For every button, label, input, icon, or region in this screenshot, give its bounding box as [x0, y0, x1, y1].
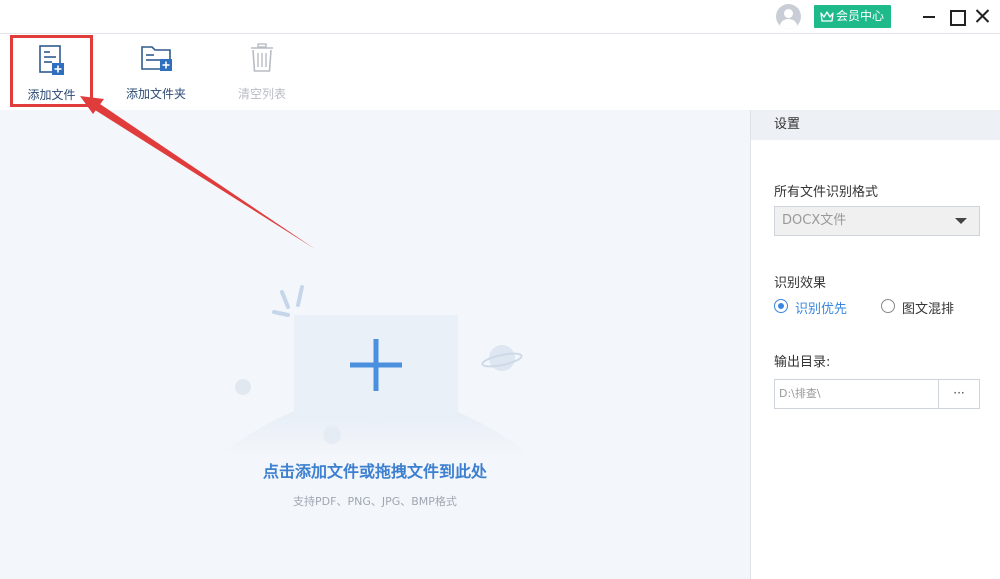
upload-illustration[interactable] — [210, 275, 540, 460]
file-drop-area[interactable]: 点击添加文件或拖拽文件到此处 支持PDF、PNG、JPG、BMP格式 — [0, 110, 750, 579]
add-folder-label: 添加文件夹 — [125, 87, 186, 101]
drop-area-title[interactable]: 点击添加文件或拖拽文件到此处 — [0, 458, 750, 482]
radio-unselected-icon — [881, 299, 895, 313]
title-bar: 会员中心 — [0, 0, 1000, 34]
effect-label: 识别效果 — [774, 276, 827, 291]
add-folder-button[interactable]: 添加文件夹 — [120, 34, 192, 110]
add-file-button[interactable]: 添加文件 — [10, 35, 93, 107]
add-file-label: 添加文件 — [27, 88, 76, 102]
chevron-down-icon — [955, 218, 967, 224]
radio-selected-icon — [774, 299, 788, 313]
add-file-icon — [39, 45, 64, 75]
close-icon[interactable] — [972, 6, 992, 26]
vip-center-label: 会员中心 — [836, 9, 885, 23]
minimize-icon[interactable] — [919, 6, 939, 26]
trash-icon — [251, 43, 273, 72]
clear-list-label: 清空列表 — [237, 87, 286, 101]
browse-button[interactable]: ··· — [938, 379, 980, 409]
format-select-value: DOCX文件 — [782, 213, 847, 228]
output-dir-label: 输出目录: — [774, 355, 831, 370]
vip-center-button[interactable]: 会员中心 — [814, 5, 891, 28]
crown-icon — [820, 11, 834, 22]
avatar-head — [784, 9, 793, 18]
radio-recognition-first-label: 识别优先 — [795, 302, 848, 317]
format-select[interactable]: DOCX文件 — [774, 206, 980, 236]
drop-area-subtitle: 支持PDF、PNG、JPG、BMP格式 — [293, 495, 457, 508]
settings-header: 设置 — [751, 110, 1000, 140]
planet-icon — [481, 345, 523, 371]
avatar-body — [780, 19, 797, 29]
maximize-icon[interactable] — [946, 6, 966, 26]
user-avatar[interactable] — [776, 4, 801, 29]
output-dir-field[interactable]: D:\排查\ — [774, 379, 939, 409]
radio-mixed-layout-label: 图文混排 — [902, 302, 955, 317]
format-label: 所有文件识别格式 — [774, 185, 879, 200]
toolbar: 添加文件 添加文件夹 清空列表 — [0, 34, 1000, 110]
add-folder-icon — [141, 46, 172, 71]
settings-panel: 设置 所有文件识别格式 DOCX文件 识别效果 识别优先 图文混排 输出目录: … — [751, 110, 1000, 579]
clear-list-button[interactable]: 清空列表 — [232, 34, 292, 110]
